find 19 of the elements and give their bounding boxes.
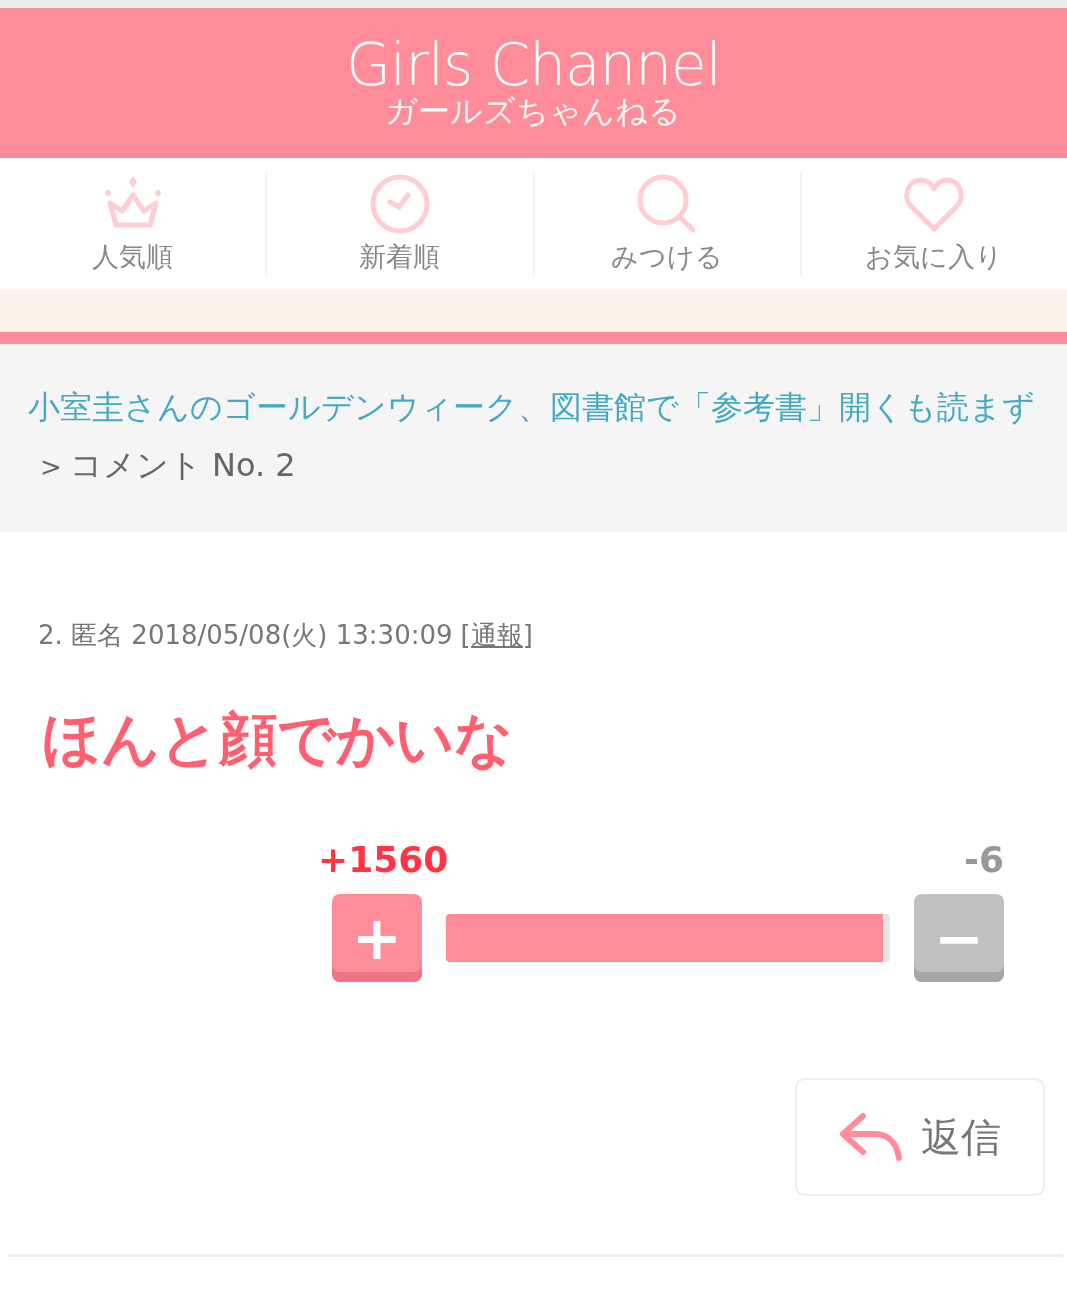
plus-count: +1560 bbox=[318, 839, 449, 880]
report-link[interactable]: [通報] bbox=[460, 618, 533, 653]
nav-tab[interactable]: お気に入り bbox=[801, 158, 1067, 290]
nav-tab[interactable]: 人気順 bbox=[0, 158, 266, 290]
comment-meta: 2. 匿名 2018/05/08(火) 13:30:09 bbox=[38, 619, 453, 652]
breadcrumb-separator: > bbox=[40, 452, 62, 482]
topic-link[interactable]: 小室圭さんのゴールデンウィーク、図書館で「参考書」開くも読まず bbox=[28, 388, 1035, 426]
clock-icon bbox=[368, 173, 431, 235]
breadcrumb-current: コメント No. 2 bbox=[69, 446, 296, 484]
minus-count: -6 bbox=[964, 839, 1004, 880]
logo-subtitle: ガールズちゃんねる bbox=[385, 94, 682, 130]
nav-tab[interactable]: みつける bbox=[534, 158, 800, 290]
reply-arrow-icon bbox=[839, 1112, 903, 1162]
logo-title[interactable]: Girls Channel bbox=[346, 36, 721, 95]
plus-button[interactable]: + bbox=[332, 894, 422, 982]
reply-button[interactable]: 返信 bbox=[795, 1078, 1045, 1196]
nav-tab[interactable]: 新着順 bbox=[267, 158, 533, 290]
minus-button[interactable]: − bbox=[914, 894, 1004, 982]
comment-body: ほんと顔でかいな bbox=[42, 704, 514, 775]
